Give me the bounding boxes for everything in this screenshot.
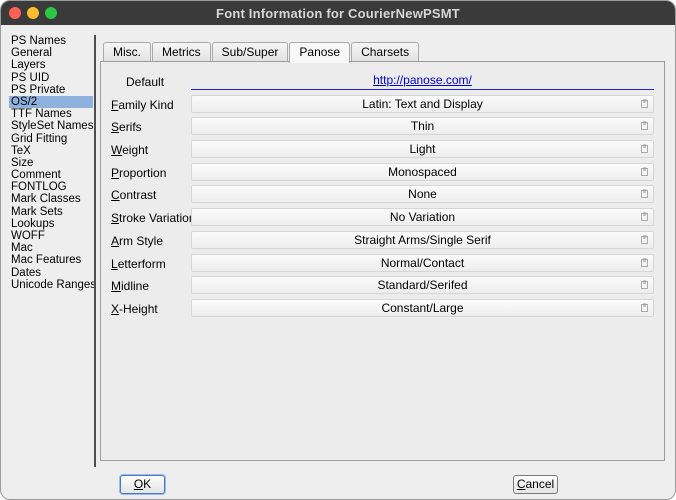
sidebar-item-ps-names[interactable]: PS Names (9, 35, 93, 47)
stroke-variation-row: Stroke Variation No Variation ≡ (111, 208, 656, 231)
arm-style-select[interactable]: Straight Arms/Single Serif ≡ (191, 230, 654, 249)
arm-style-label: Arm Style (111, 233, 164, 248)
proportion-label: Proportion (111, 165, 167, 180)
sidebar-list: PS Names General Layers PS UID PS Private OS/… (9, 35, 96, 467)
midline-row: Midline Standard/Serifed ≡ (111, 276, 656, 299)
letterform-select[interactable]: Normal/Contact ≡ (191, 253, 654, 272)
dropdown-arrow-icon[interactable]: ≡ (641, 144, 648, 154)
serifs-value: Thin (410, 119, 435, 134)
proportion-value: Monospaced (388, 164, 457, 179)
font-info-dialog: Font Information for CourierNewPSMT PS N… (0, 0, 676, 500)
ok-button[interactable]: OK (120, 475, 165, 494)
tab-sub-super[interactable]: Sub/Super (211, 42, 289, 62)
midline-select[interactable]: Standard/Serifed ≡ (191, 276, 654, 295)
serifs-select[interactable]: Thin ≡ (191, 117, 654, 136)
midline-label: Midline (111, 279, 150, 294)
sidebar-item-dates[interactable]: Dates (9, 267, 93, 279)
sidebar-item-os-2[interactable]: OS/2 (9, 95, 93, 109)
dropdown-arrow-icon[interactable]: ≡ (641, 303, 648, 312)
sidebar-item-layers[interactable]: Layers (9, 59, 93, 71)
panose-panel: Default http://panose.com/ Family Kind La… (100, 61, 665, 461)
sidebar-item-mac-features[interactable]: Mac Features (9, 254, 93, 266)
sidebar-item-ttf-names[interactable]: TTF Names (9, 108, 93, 120)
contrast-row: Contrast None ≡ (111, 185, 656, 208)
tab-charsets[interactable]: Charsets (351, 42, 420, 62)
letterform-row: Letterform Normal/Contact ≡ (111, 253, 656, 277)
dropdown-arrow-icon[interactable]: ≡ (641, 167, 648, 176)
x-height-select[interactable]: Constant/Large ≡ (191, 298, 654, 317)
x-height-value: Constant/Large (381, 300, 464, 315)
dropdown-arrow-icon[interactable]: ≡ (641, 189, 648, 199)
sidebar-item-size[interactable]: Size (9, 157, 93, 169)
dropdown-arrow-icon[interactable]: ≡ (641, 235, 648, 244)
zoom-window-icon[interactable] (45, 7, 57, 19)
arm-style-row: Arm Style Straight Arms/Single Serif ≡ (111, 230, 656, 254)
sidebar-item-lookups[interactable]: Lookups (9, 218, 93, 230)
family-kind-select[interactable]: Latin: Text and Display ≡ (191, 94, 654, 113)
weight-label: Weight (111, 143, 149, 158)
serifs-row: Serifs Thin ≡ (111, 117, 656, 140)
dropdown-arrow-icon[interactable]: ≡ (641, 280, 648, 290)
sidebar-item-tex[interactable]: TeX (9, 145, 93, 157)
x-height-label: X-Height (111, 301, 158, 316)
stroke-variation-value: No Variation (389, 210, 456, 225)
dropdown-arrow-icon[interactable]: ≡ (641, 121, 648, 131)
sidebar-item-comment[interactable]: Comment (9, 169, 93, 181)
sidebar-item-general[interactable]: General (9, 47, 93, 59)
dropdown-arrow-icon[interactable]: ≡ (641, 258, 648, 267)
default-label: Default (126, 75, 165, 89)
proportion-select[interactable]: Monospaced ≡ (191, 162, 654, 181)
midline-value: Standard/Serifed (377, 278, 468, 293)
cancel-button[interactable]: Cancel (513, 475, 558, 494)
sidebar-item-styleset-names[interactable]: StyleSet Names (9, 120, 93, 132)
title-bar: Font Information for CourierNewPSMT (1, 1, 675, 25)
family-kind-row: Family Kind Latin: Text and Display ≡ (111, 94, 656, 118)
weight-value: Light (409, 142, 436, 157)
sidebar-item-grid-fitting[interactable]: Grid Fitting (9, 133, 93, 145)
dropdown-arrow-icon[interactable]: ≡ (641, 99, 648, 108)
sidebar-item-fontlog[interactable]: FONTLOG (9, 181, 93, 193)
letterform-label: Letterform (111, 256, 166, 271)
sidebar-item-woff[interactable]: WOFF (9, 230, 93, 242)
tab-misc-[interactable]: Misc. (103, 42, 151, 62)
sidebar-item-mac[interactable]: Mac (9, 242, 93, 254)
proportion-row: Proportion Monospaced ≡ (111, 162, 656, 186)
stroke-variation-label: Stroke Variation (111, 211, 196, 226)
letterform-value: Normal/Contact (380, 255, 465, 270)
default-row: Default http://panose.com/ (111, 72, 656, 95)
panose-link[interactable]: http://panose.com/ (191, 73, 654, 90)
contrast-select[interactable]: None ≡ (191, 185, 654, 204)
tab-bar: Misc. Metrics Sub/Super Panose Charsets (103, 42, 420, 63)
weight-row: Weight Light ≡ (111, 140, 656, 163)
contrast-label: Contrast (111, 188, 157, 203)
stroke-variation-select[interactable]: No Variation ≡ (191, 208, 654, 227)
close-window-icon[interactable] (9, 7, 21, 19)
window-title: Font Information for CourierNewPSMT (216, 5, 460, 21)
arm-style-value: Straight Arms/Single Serif (354, 232, 491, 247)
sidebar-divider[interactable] (94, 35, 96, 467)
sidebar-item-ps-uid[interactable]: PS UID (9, 72, 93, 84)
sidebar-item-mark-classes[interactable]: Mark Classes (9, 193, 93, 205)
x-height-row: X-Height Constant/Large ≡ (111, 298, 656, 322)
tab-panose[interactable]: Panose (289, 42, 351, 63)
sidebar-item-mark-sets[interactable]: Mark Sets (9, 206, 93, 218)
family-kind-value: Latin: Text and Display (362, 96, 483, 111)
weight-select[interactable]: Light ≡ (191, 140, 654, 159)
family-kind-label: Family Kind (111, 97, 174, 112)
minimize-window-icon[interactable] (27, 7, 39, 19)
tab-metrics[interactable]: Metrics (152, 42, 211, 62)
sidebar-item-unicode-ranges[interactable]: Unicode Ranges (9, 279, 96, 291)
contrast-value: None (408, 187, 437, 202)
dropdown-arrow-icon[interactable]: ≡ (641, 212, 648, 222)
serifs-label: Serifs (111, 120, 142, 135)
sidebar-item-ps-private[interactable]: PS Private (9, 84, 93, 96)
